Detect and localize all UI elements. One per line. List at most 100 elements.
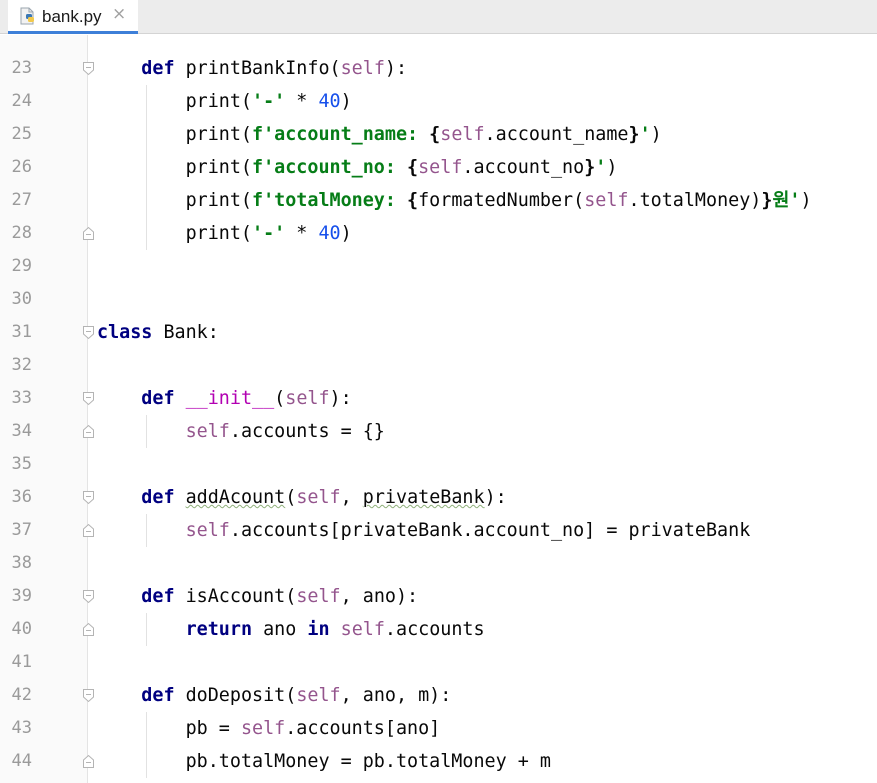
code-token: .totalMoney) <box>628 190 762 211</box>
fold-open-icon[interactable] <box>82 490 95 505</box>
code-token: ano <box>252 619 308 640</box>
tab-bank-py[interactable]: bank.py × <box>8 0 138 34</box>
code-token: def <box>141 58 175 79</box>
code-token: ( <box>274 388 286 409</box>
fold-open-icon[interactable] <box>82 325 95 340</box>
code-line[interactable]: print('-' * 40) <box>97 217 352 250</box>
code-line[interactable]: pb.totalMoney = pb.totalMoney + m <box>97 745 551 778</box>
code-token: self <box>296 586 341 607</box>
fold-close-icon[interactable] <box>82 226 95 241</box>
code-line[interactable]: def doDeposit(self, ano, m): <box>97 679 451 712</box>
code-line[interactable]: print(f'account_no: {self.account_no}') <box>97 151 618 184</box>
fold-open-icon[interactable] <box>82 391 95 406</box>
code-token: ( <box>285 487 297 508</box>
fold-close-icon[interactable] <box>82 754 95 769</box>
code-token: self <box>185 421 230 442</box>
code-line[interactable]: def addAcount(self, privateBank): <box>97 481 507 514</box>
code-token: self <box>240 718 286 739</box>
code-line[interactable]: print(f'account_name: {self.account_name… <box>97 118 662 151</box>
code-token: { <box>429 124 441 145</box>
line-number: 30 <box>11 289 32 309</box>
code-token: self <box>418 157 463 178</box>
code-token: , ano): <box>340 586 419 607</box>
code-token: ' <box>595 157 607 178</box>
code-token: return <box>185 619 253 640</box>
line-number: 26 <box>11 157 32 177</box>
code-token: print( <box>97 124 253 145</box>
code-token: privateBank <box>362 487 485 508</box>
code-token: def <box>141 487 175 508</box>
code-token: self <box>340 58 385 79</box>
code-token: __init__ <box>185 388 275 409</box>
code-token: formatedNumber( <box>418 190 585 211</box>
code-token: self <box>440 124 485 145</box>
code-token: { <box>407 157 419 178</box>
line-number: 31 <box>11 322 32 342</box>
line-number: 29 <box>11 256 32 276</box>
fold-close-icon[interactable] <box>82 523 95 538</box>
code-token: print( <box>97 91 253 112</box>
code-token: f'totalMoney: <box>252 190 408 211</box>
code-token: def <box>141 388 175 409</box>
close-icon[interactable]: × <box>112 4 126 24</box>
fold-open-icon[interactable] <box>82 61 95 76</box>
line-number: 28 <box>11 223 32 243</box>
code-token: 40 <box>318 91 341 112</box>
code-token: class <box>97 322 153 343</box>
line-number: 42 <box>11 685 32 705</box>
code-line[interactable]: print(f'totalMoney: {formatedNumber(self… <box>97 184 812 217</box>
code-token: printBankInfo( <box>174 58 341 79</box>
line-number: 36 <box>11 487 32 507</box>
line-number: 38 <box>11 553 32 573</box>
code-line[interactable]: pb = self.accounts[ano] <box>97 712 441 745</box>
code-token: * <box>285 223 319 244</box>
code-token: ) <box>650 124 662 145</box>
python-file-icon <box>20 7 34 25</box>
line-number: 32 <box>11 355 32 375</box>
code-token: self <box>296 487 341 508</box>
line-number: 33 <box>11 388 32 408</box>
code-token: self <box>296 685 341 706</box>
line-number: 24 <box>11 91 32 111</box>
code-line[interactable]: def isAccount(self, ano): <box>97 580 418 613</box>
code-token: self <box>285 388 330 409</box>
code-line[interactable]: def __init__(self): <box>97 382 351 415</box>
fold-open-icon[interactable] <box>82 589 95 604</box>
code-token: self <box>340 619 385 640</box>
code-token: .accounts[ano] <box>285 718 441 739</box>
code-token: ): <box>484 487 507 508</box>
code-line[interactable]: self.accounts = {} <box>97 415 385 448</box>
code-line[interactable]: return ano in self.accounts <box>97 613 485 646</box>
code-line[interactable]: print('-' * 40) <box>97 85 352 118</box>
line-number: 39 <box>11 586 32 606</box>
fold-open-icon[interactable] <box>82 688 95 703</box>
code-editor[interactable]: 22 def printBankInfo(self): print('-' * … <box>0 35 877 783</box>
code-line[interactable]: self.accounts[privateBank.account_no] = … <box>97 514 751 547</box>
code-token: in <box>307 619 330 640</box>
code-token: print( <box>97 223 253 244</box>
code-token: .account_no <box>462 157 585 178</box>
code-token: 원' <box>772 190 801 211</box>
code-token: f'account_name: <box>252 124 430 145</box>
line-number: 37 <box>11 520 32 540</box>
fold-close-icon[interactable] <box>82 424 95 439</box>
code-line[interactable]: class Bank: <box>97 316 219 349</box>
code-token: * <box>285 91 319 112</box>
line-number: 25 <box>11 124 32 144</box>
code-token: ): <box>384 58 408 79</box>
code-token: ) <box>340 91 352 112</box>
code-token: .account_name <box>484 124 629 145</box>
code-token: pb = <box>97 718 241 739</box>
code-token: } <box>584 157 596 178</box>
code-token: self <box>185 520 230 541</box>
code-token: .accounts <box>384 619 485 640</box>
fold-close-icon[interactable] <box>82 622 95 637</box>
code-token: doDeposit( <box>174 685 297 706</box>
code-token: ' <box>639 124 651 145</box>
code-line[interactable]: def printBankInfo(self): <box>97 52 407 85</box>
line-number: 23 <box>11 58 32 78</box>
line-number: 27 <box>11 190 32 210</box>
